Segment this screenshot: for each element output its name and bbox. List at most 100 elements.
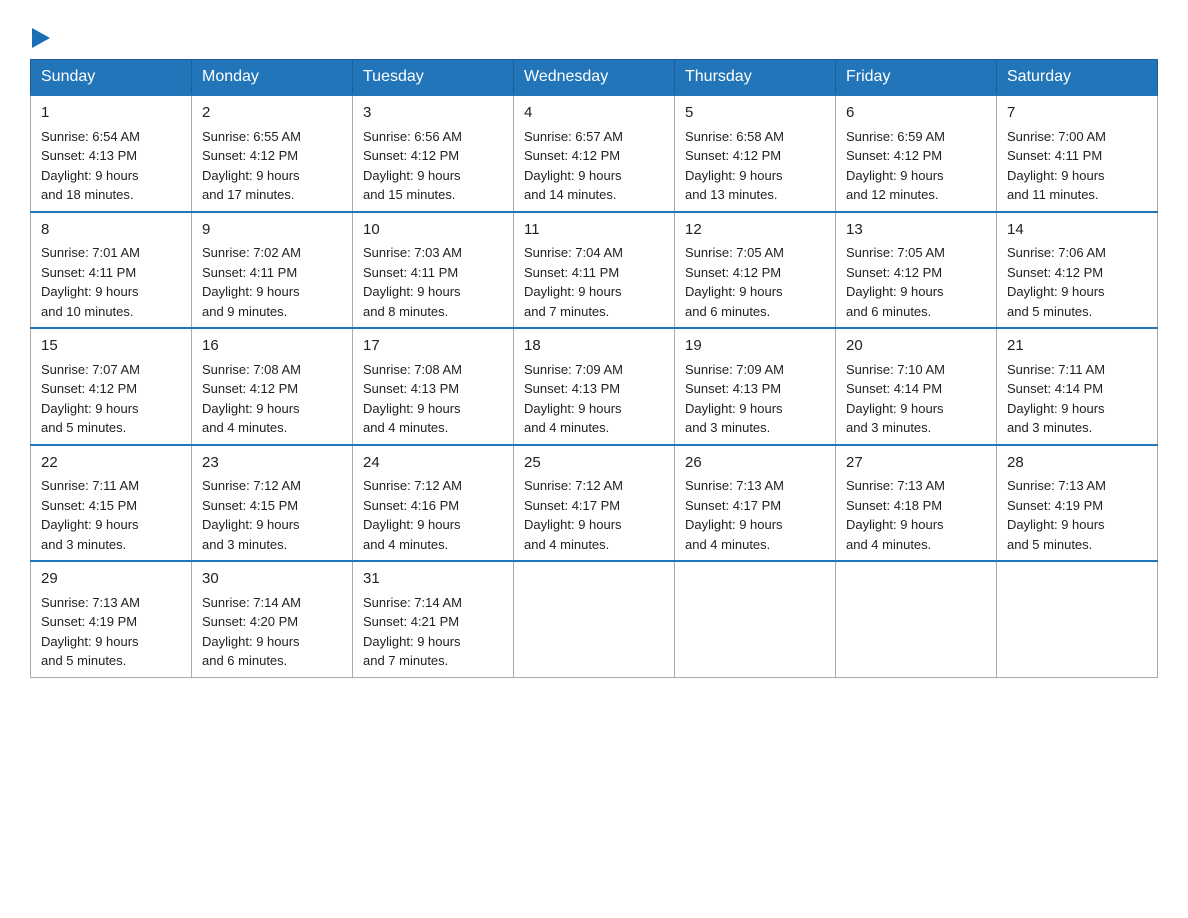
day-info: Sunrise: 7:10 AMSunset: 4:14 PMDaylight:… bbox=[846, 362, 945, 436]
calendar-cell: 18 Sunrise: 7:09 AMSunset: 4:13 PMDaylig… bbox=[514, 328, 675, 445]
day-info: Sunrise: 6:56 AMSunset: 4:12 PMDaylight:… bbox=[363, 129, 462, 203]
day-number: 20 bbox=[846, 335, 986, 358]
calendar-cell bbox=[514, 561, 675, 677]
day-number: 18 bbox=[524, 335, 664, 358]
day-info: Sunrise: 7:13 AMSunset: 4:19 PMDaylight:… bbox=[41, 595, 140, 669]
day-info: Sunrise: 7:12 AMSunset: 4:15 PMDaylight:… bbox=[202, 478, 301, 552]
day-info: Sunrise: 7:11 AMSunset: 4:14 PMDaylight:… bbox=[1007, 362, 1105, 436]
day-info: Sunrise: 6:59 AMSunset: 4:12 PMDaylight:… bbox=[846, 129, 945, 203]
calendar-cell: 13 Sunrise: 7:05 AMSunset: 4:12 PMDaylig… bbox=[836, 212, 997, 329]
logo-arrow-icon bbox=[32, 28, 50, 48]
calendar-cell: 1 Sunrise: 6:54 AMSunset: 4:13 PMDayligh… bbox=[31, 95, 192, 212]
day-info: Sunrise: 7:14 AMSunset: 4:20 PMDaylight:… bbox=[202, 595, 301, 669]
week-row-2: 8 Sunrise: 7:01 AMSunset: 4:11 PMDayligh… bbox=[31, 212, 1158, 329]
calendar-cell bbox=[675, 561, 836, 677]
day-info: Sunrise: 7:13 AMSunset: 4:17 PMDaylight:… bbox=[685, 478, 784, 552]
calendar-cell: 29 Sunrise: 7:13 AMSunset: 4:19 PMDaylig… bbox=[31, 561, 192, 677]
calendar-cell: 15 Sunrise: 7:07 AMSunset: 4:12 PMDaylig… bbox=[31, 328, 192, 445]
logo[interactable] bbox=[30, 28, 50, 49]
day-number: 1 bbox=[41, 102, 181, 125]
day-info: Sunrise: 7:13 AMSunset: 4:19 PMDaylight:… bbox=[1007, 478, 1106, 552]
day-number: 8 bbox=[41, 219, 181, 242]
day-number: 21 bbox=[1007, 335, 1147, 358]
day-info: Sunrise: 7:11 AMSunset: 4:15 PMDaylight:… bbox=[41, 478, 139, 552]
day-info: Sunrise: 7:05 AMSunset: 4:12 PMDaylight:… bbox=[846, 245, 945, 319]
weekday-header-monday: Monday bbox=[192, 60, 353, 96]
day-number: 27 bbox=[846, 452, 986, 475]
week-row-3: 15 Sunrise: 7:07 AMSunset: 4:12 PMDaylig… bbox=[31, 328, 1158, 445]
day-info: Sunrise: 7:04 AMSunset: 4:11 PMDaylight:… bbox=[524, 245, 623, 319]
day-info: Sunrise: 7:03 AMSunset: 4:11 PMDaylight:… bbox=[363, 245, 462, 319]
day-number: 5 bbox=[685, 102, 825, 125]
calendar-cell: 8 Sunrise: 7:01 AMSunset: 4:11 PMDayligh… bbox=[31, 212, 192, 329]
calendar-cell: 4 Sunrise: 6:57 AMSunset: 4:12 PMDayligh… bbox=[514, 95, 675, 212]
day-info: Sunrise: 6:58 AMSunset: 4:12 PMDaylight:… bbox=[685, 129, 784, 203]
day-info: Sunrise: 7:14 AMSunset: 4:21 PMDaylight:… bbox=[363, 595, 462, 669]
weekday-header-row: SundayMondayTuesdayWednesdayThursdayFrid… bbox=[31, 60, 1158, 96]
calendar-cell: 26 Sunrise: 7:13 AMSunset: 4:17 PMDaylig… bbox=[675, 445, 836, 562]
day-info: Sunrise: 7:08 AMSunset: 4:12 PMDaylight:… bbox=[202, 362, 301, 436]
calendar-cell: 23 Sunrise: 7:12 AMSunset: 4:15 PMDaylig… bbox=[192, 445, 353, 562]
day-number: 31 bbox=[363, 568, 503, 591]
calendar-cell: 2 Sunrise: 6:55 AMSunset: 4:12 PMDayligh… bbox=[192, 95, 353, 212]
day-number: 30 bbox=[202, 568, 342, 591]
day-info: Sunrise: 7:01 AMSunset: 4:11 PMDaylight:… bbox=[41, 245, 140, 319]
calendar-cell: 20 Sunrise: 7:10 AMSunset: 4:14 PMDaylig… bbox=[836, 328, 997, 445]
calendar-cell: 24 Sunrise: 7:12 AMSunset: 4:16 PMDaylig… bbox=[353, 445, 514, 562]
day-number: 13 bbox=[846, 219, 986, 242]
calendar-cell: 6 Sunrise: 6:59 AMSunset: 4:12 PMDayligh… bbox=[836, 95, 997, 212]
day-number: 2 bbox=[202, 102, 342, 125]
calendar-cell: 16 Sunrise: 7:08 AMSunset: 4:12 PMDaylig… bbox=[192, 328, 353, 445]
day-number: 11 bbox=[524, 219, 664, 242]
day-number: 10 bbox=[363, 219, 503, 242]
day-number: 29 bbox=[41, 568, 181, 591]
calendar-cell: 3 Sunrise: 6:56 AMSunset: 4:12 PMDayligh… bbox=[353, 95, 514, 212]
day-info: Sunrise: 7:02 AMSunset: 4:11 PMDaylight:… bbox=[202, 245, 301, 319]
day-number: 28 bbox=[1007, 452, 1147, 475]
calendar-cell: 7 Sunrise: 7:00 AMSunset: 4:11 PMDayligh… bbox=[997, 95, 1158, 212]
week-row-1: 1 Sunrise: 6:54 AMSunset: 4:13 PMDayligh… bbox=[31, 95, 1158, 212]
day-info: Sunrise: 7:00 AMSunset: 4:11 PMDaylight:… bbox=[1007, 129, 1106, 203]
day-number: 15 bbox=[41, 335, 181, 358]
day-number: 17 bbox=[363, 335, 503, 358]
calendar-cell: 31 Sunrise: 7:14 AMSunset: 4:21 PMDaylig… bbox=[353, 561, 514, 677]
calendar-cell: 22 Sunrise: 7:11 AMSunset: 4:15 PMDaylig… bbox=[31, 445, 192, 562]
calendar-cell: 28 Sunrise: 7:13 AMSunset: 4:19 PMDaylig… bbox=[997, 445, 1158, 562]
day-info: Sunrise: 7:09 AMSunset: 4:13 PMDaylight:… bbox=[685, 362, 784, 436]
day-number: 7 bbox=[1007, 102, 1147, 125]
weekday-header-sunday: Sunday bbox=[31, 60, 192, 96]
week-row-5: 29 Sunrise: 7:13 AMSunset: 4:19 PMDaylig… bbox=[31, 561, 1158, 677]
calendar-cell: 9 Sunrise: 7:02 AMSunset: 4:11 PMDayligh… bbox=[192, 212, 353, 329]
weekday-header-tuesday: Tuesday bbox=[353, 60, 514, 96]
day-info: Sunrise: 7:09 AMSunset: 4:13 PMDaylight:… bbox=[524, 362, 623, 436]
week-row-4: 22 Sunrise: 7:11 AMSunset: 4:15 PMDaylig… bbox=[31, 445, 1158, 562]
calendar-cell: 27 Sunrise: 7:13 AMSunset: 4:18 PMDaylig… bbox=[836, 445, 997, 562]
day-info: Sunrise: 7:13 AMSunset: 4:18 PMDaylight:… bbox=[846, 478, 945, 552]
weekday-header-thursday: Thursday bbox=[675, 60, 836, 96]
day-info: Sunrise: 6:57 AMSunset: 4:12 PMDaylight:… bbox=[524, 129, 623, 203]
day-number: 14 bbox=[1007, 219, 1147, 242]
calendar-cell: 14 Sunrise: 7:06 AMSunset: 4:12 PMDaylig… bbox=[997, 212, 1158, 329]
day-number: 24 bbox=[363, 452, 503, 475]
day-info: Sunrise: 6:54 AMSunset: 4:13 PMDaylight:… bbox=[41, 129, 140, 203]
calendar-cell: 5 Sunrise: 6:58 AMSunset: 4:12 PMDayligh… bbox=[675, 95, 836, 212]
weekday-header-friday: Friday bbox=[836, 60, 997, 96]
day-number: 6 bbox=[846, 102, 986, 125]
day-number: 4 bbox=[524, 102, 664, 125]
calendar-cell: 19 Sunrise: 7:09 AMSunset: 4:13 PMDaylig… bbox=[675, 328, 836, 445]
day-number: 9 bbox=[202, 219, 342, 242]
calendar-cell: 17 Sunrise: 7:08 AMSunset: 4:13 PMDaylig… bbox=[353, 328, 514, 445]
day-info: Sunrise: 6:55 AMSunset: 4:12 PMDaylight:… bbox=[202, 129, 301, 203]
calendar-cell bbox=[997, 561, 1158, 677]
day-number: 3 bbox=[363, 102, 503, 125]
calendar-cell: 21 Sunrise: 7:11 AMSunset: 4:14 PMDaylig… bbox=[997, 328, 1158, 445]
day-info: Sunrise: 7:12 AMSunset: 4:16 PMDaylight:… bbox=[363, 478, 462, 552]
day-number: 22 bbox=[41, 452, 181, 475]
day-number: 26 bbox=[685, 452, 825, 475]
calendar-cell: 30 Sunrise: 7:14 AMSunset: 4:20 PMDaylig… bbox=[192, 561, 353, 677]
day-number: 16 bbox=[202, 335, 342, 358]
day-number: 12 bbox=[685, 219, 825, 242]
day-info: Sunrise: 7:05 AMSunset: 4:12 PMDaylight:… bbox=[685, 245, 784, 319]
day-number: 23 bbox=[202, 452, 342, 475]
calendar-cell: 12 Sunrise: 7:05 AMSunset: 4:12 PMDaylig… bbox=[675, 212, 836, 329]
